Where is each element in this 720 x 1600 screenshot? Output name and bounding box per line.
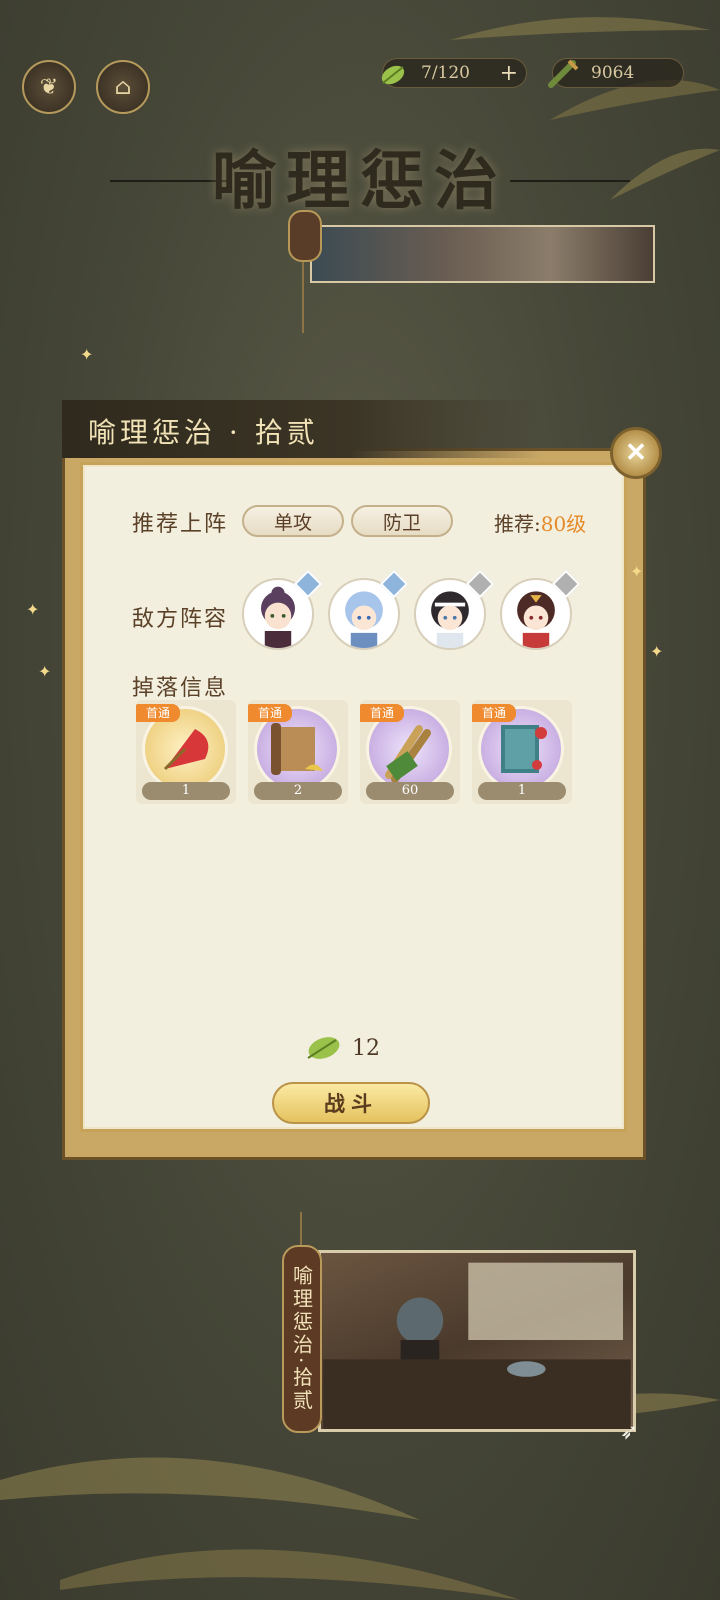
leaf-stamina-icon: [381, 65, 405, 85]
pavilion-icon: ⌂: [114, 74, 132, 100]
drop-item-3[interactable]: 首通 60: [360, 700, 460, 804]
page-title: 喻理惩治: [212, 144, 508, 219]
brush-currency-icon: [548, 59, 579, 88]
drop-count: 2: [254, 782, 342, 800]
fight-button[interactable]: 战斗: [272, 1082, 430, 1124]
bird-icon: ➶: [620, 1420, 639, 1445]
add-stamina-button[interactable]: +: [500, 61, 518, 86]
level-value: 80级: [540, 512, 587, 536]
leaf-icon: ❦: [39, 74, 59, 100]
recommend-label: 推荐上阵: [132, 512, 229, 537]
currency-value: 9064: [591, 63, 635, 83]
stamina-value: 7/120: [421, 63, 470, 83]
stage-scene-card[interactable]: [310, 225, 655, 283]
level-label-text: 推荐:: [494, 512, 541, 536]
top-bar: ❦ ⌂ 7/120 + 9064: [0, 48, 720, 114]
currency-counter: 9064: [548, 58, 684, 88]
drop-count: 60: [366, 782, 454, 800]
sparkle-icon: ✦: [38, 662, 52, 681]
drop-info-label: 掉落信息: [132, 676, 229, 701]
first-clear-tag: 首通: [248, 704, 292, 722]
teapot-scene: [323, 1262, 631, 1429]
drop-count: 1: [142, 782, 230, 800]
close-icon: ✕: [625, 438, 647, 468]
next-stage-scene-card[interactable]: [318, 1250, 636, 1432]
recommended-level: 推荐:80级: [494, 508, 586, 537]
enemy-lineup-label: 敌方阵容: [132, 607, 229, 632]
next-stage-tag: 喻理惩治·拾贰: [282, 1245, 322, 1433]
drop-item-1[interactable]: 首通 1: [136, 700, 236, 804]
sparkle-icon: ✦: [630, 562, 644, 581]
dialog-title: 喻理惩治 · 拾贰: [88, 416, 319, 449]
cost-value: 12: [352, 1035, 380, 1061]
first-clear-tag: 首通: [136, 704, 180, 722]
drop-count: 1: [478, 782, 566, 800]
stage-tag: [288, 210, 322, 262]
role-pill-single-attack: 单攻: [242, 505, 344, 537]
leaf-stamina-icon: [307, 1037, 340, 1059]
first-clear-tag: 首通: [472, 704, 516, 722]
drop-item-4[interactable]: 首通 1: [472, 700, 572, 804]
role-pill-defense: 防卫: [351, 505, 453, 537]
first-clear-tag: 首通: [360, 704, 404, 722]
sparkle-icon: ✦: [80, 345, 94, 364]
drop-item-2[interactable]: 首通 2: [248, 700, 348, 804]
stamina-counter: 7/120 +: [381, 58, 527, 88]
close-button[interactable]: ✕: [610, 427, 662, 479]
sparkle-icon: ✦: [26, 600, 40, 619]
sparkle-icon: ✦: [650, 642, 664, 661]
back-button[interactable]: ❦: [22, 60, 76, 114]
hanging-cord: [302, 258, 304, 333]
pavilion-button[interactable]: ⌂: [96, 60, 150, 114]
stamina-cost: 12: [300, 1032, 380, 1064]
